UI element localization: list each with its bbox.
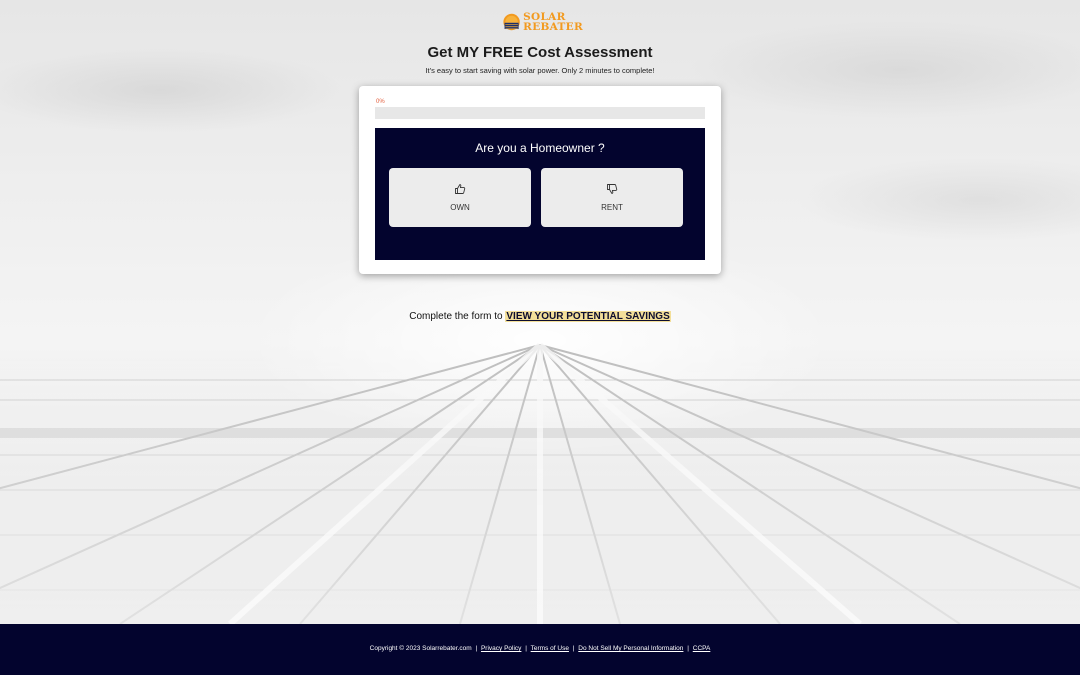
page-title: Get MY FREE Cost Assessment [427, 44, 653, 61]
footer: Copyright © 2023 Solarrebater.com | Priv… [0, 624, 1080, 675]
cta-text: Complete the form to [409, 311, 503, 322]
logo-line-2: REBATER [523, 21, 583, 33]
copyright-text: Copyright © 2023 Solarrebater.com [369, 645, 472, 652]
question-text: Are you a Homeowner ? [475, 141, 605, 155]
logo-wordmark: SOLAR REBATER [523, 12, 583, 33]
sun-logo-icon [503, 13, 520, 31]
rent-option-label: RENT [601, 203, 623, 212]
progress-bar [375, 107, 705, 119]
solar-rebater-logo[interactable]: SOLAR REBATER [503, 8, 583, 36]
thumbs-down-icon [607, 184, 618, 194]
assessment-form-card: 0% Are you a Homeowner ? OWN RENT [359, 86, 721, 274]
question-panel: Are you a Homeowner ? OWN RENT [375, 128, 705, 260]
privacy-policy-link[interactable]: Privacy Policy [481, 645, 521, 652]
page-subtitle: It's easy to start saving with solar pow… [425, 66, 655, 75]
footer-links-row: Copyright © 2023 Solarrebater.com | Priv… [0, 645, 1080, 652]
rent-option-button[interactable]: RENT [541, 168, 683, 227]
progress-label: 0% [376, 99, 385, 105]
own-option-label: OWN [450, 203, 470, 212]
do-not-sell-link[interactable]: Do Not Sell My Personal Information [578, 645, 683, 652]
footer-separator: | [525, 645, 527, 652]
footer-separator: | [572, 645, 575, 652]
cta-line: Complete the form to VIEW YOUR POTENTIAL… [0, 311, 1080, 322]
view-savings-link[interactable]: VIEW YOUR POTENTIAL SAVINGS [505, 311, 671, 322]
footer-separator: | [475, 645, 478, 652]
terms-of-use-link[interactable]: Terms of Use [531, 645, 569, 652]
ccpa-link[interactable]: CCPA [693, 645, 711, 652]
own-option-button[interactable]: OWN [389, 168, 531, 227]
footer-separator: | [687, 645, 689, 652]
thumbs-up-icon [455, 184, 466, 194]
